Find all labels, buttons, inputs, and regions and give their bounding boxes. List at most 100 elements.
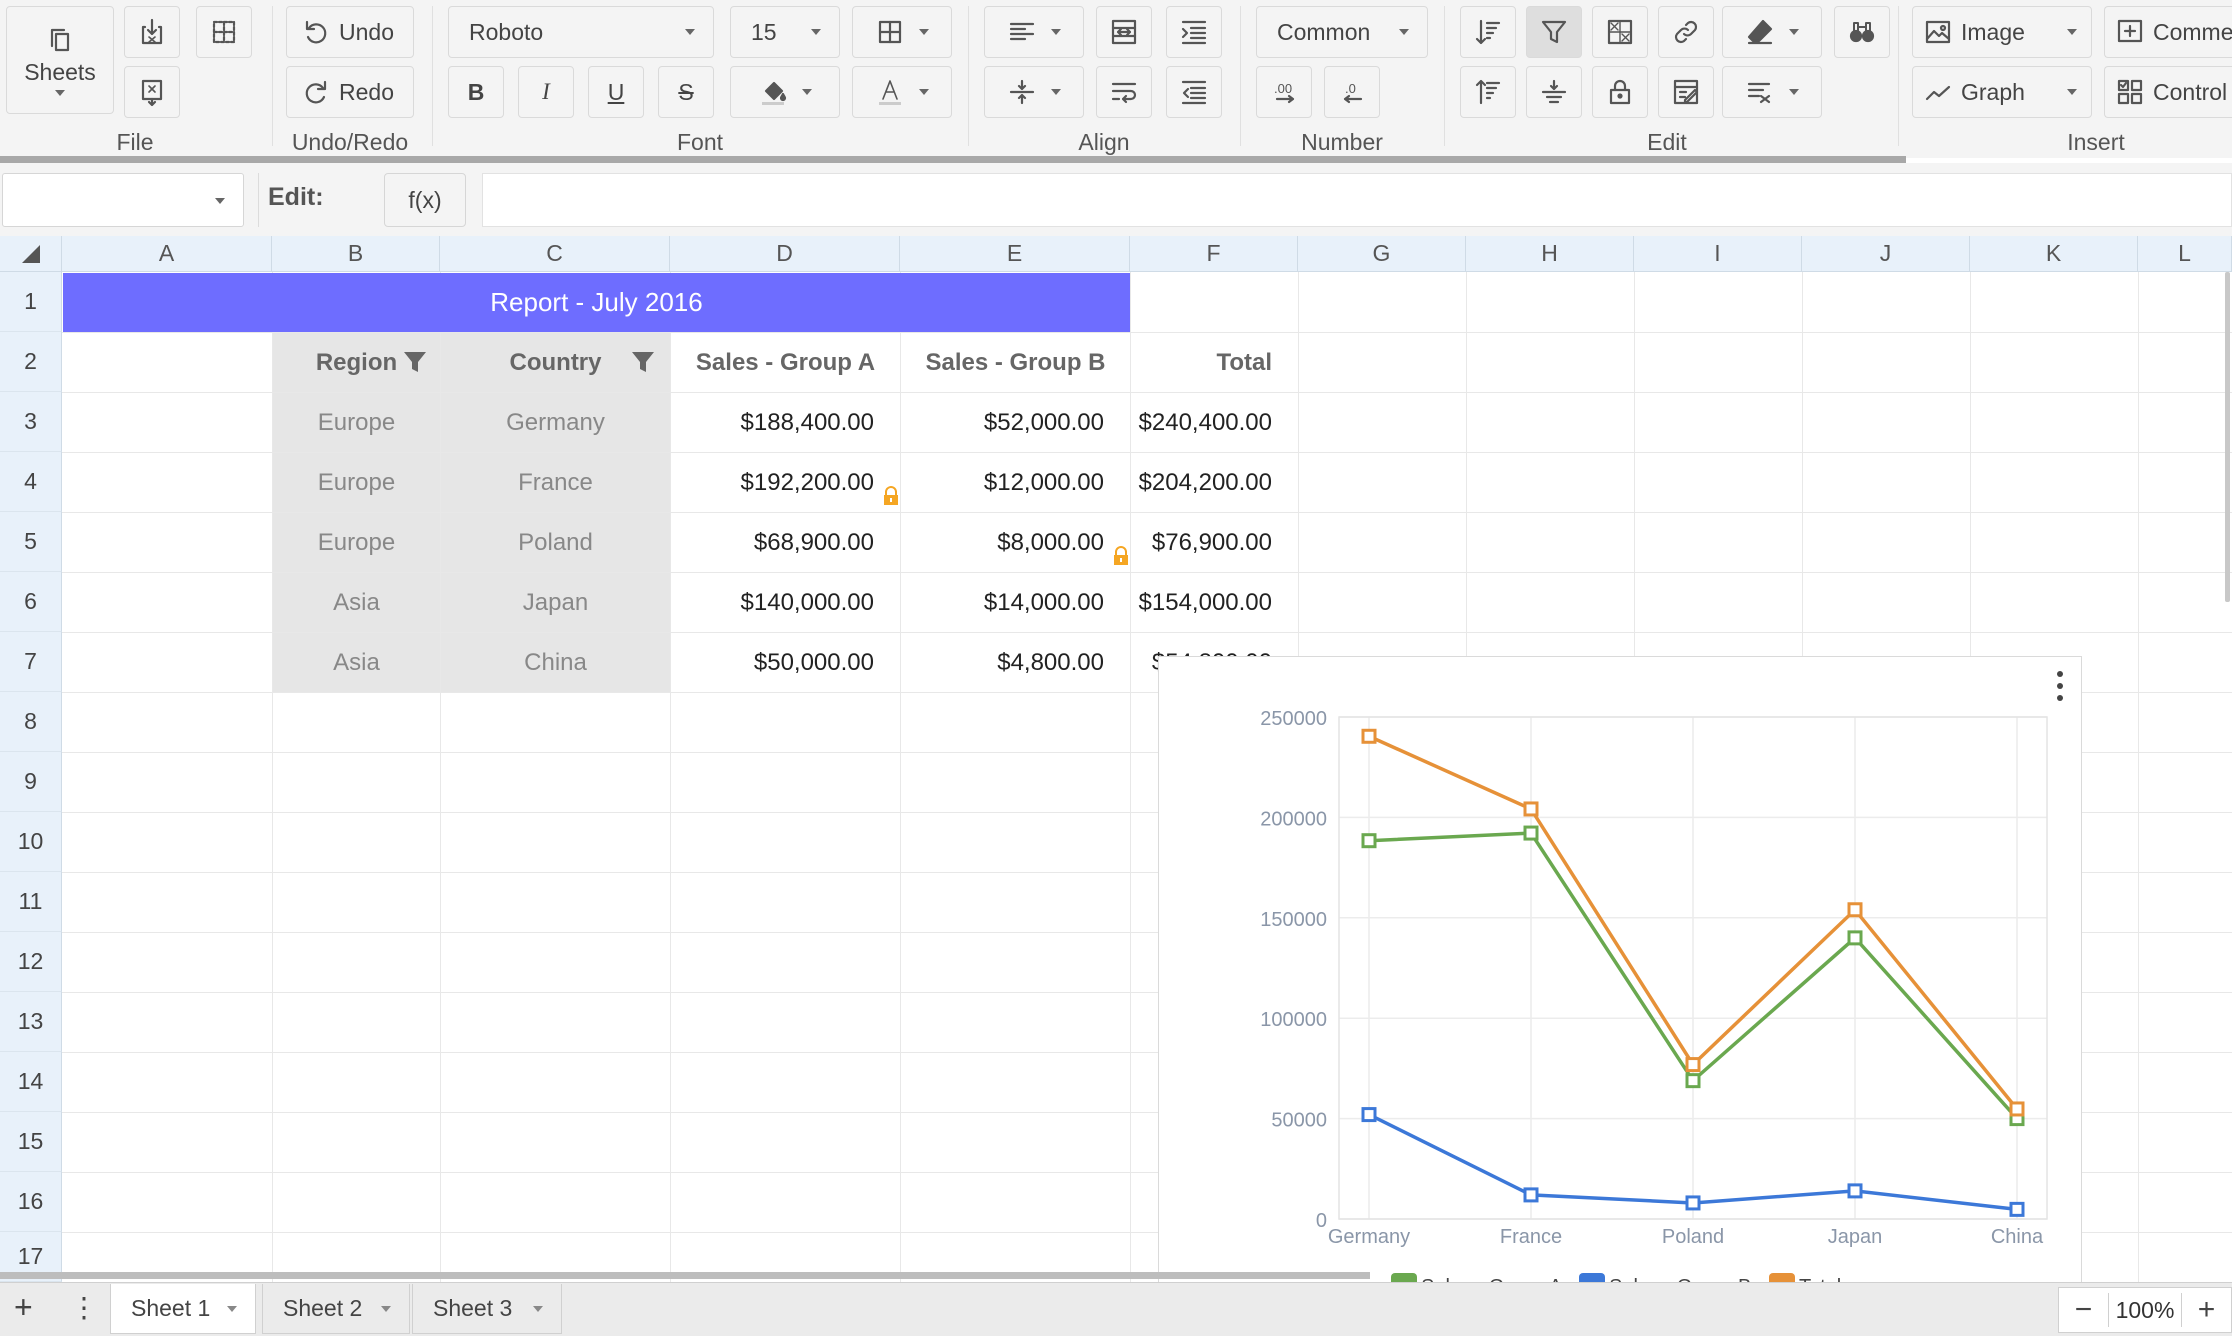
column-header[interactable]: E: [900, 236, 1130, 272]
data-point-marker[interactable]: [1685, 1073, 1701, 1089]
zoom-in-button[interactable]: +: [2181, 1293, 2231, 1327]
data-cell[interactable]: $192,200.00: [671, 453, 900, 512]
data-cell[interactable]: $76,900.00: [1131, 513, 1298, 572]
data-cell[interactable]: Germany: [441, 393, 670, 452]
data-point-marker[interactable]: [1361, 728, 1377, 744]
formula-input[interactable]: [482, 173, 2232, 227]
data-cell[interactable]: $12,000.00: [901, 453, 1130, 512]
data-cell[interactable]: Europe: [273, 393, 440, 452]
data-point-marker[interactable]: [1685, 1057, 1701, 1073]
column-header[interactable]: C: [440, 236, 670, 272]
select-all-corner[interactable]: [0, 236, 62, 272]
row-header[interactable]: 7: [0, 632, 62, 692]
graph-button[interactable]: Graph: [1912, 66, 2092, 118]
row-header[interactable]: 10: [0, 812, 62, 872]
fill-color-button[interactable]: [730, 66, 840, 118]
font-size-select[interactable]: 15: [730, 6, 840, 58]
data-cell[interactable]: France: [441, 453, 670, 512]
chevron-down-icon[interactable]: [533, 1306, 543, 1312]
lock-button[interactable]: [1592, 66, 1648, 118]
column-header[interactable]: F: [1130, 236, 1298, 272]
data-cell[interactable]: $4,800.00: [901, 633, 1130, 692]
font-family-select[interactable]: Roboto: [448, 6, 714, 58]
zoom-out-button[interactable]: −: [2059, 1293, 2109, 1327]
data-cell[interactable]: Japan: [441, 573, 670, 632]
row-header[interactable]: 16: [0, 1172, 62, 1232]
column-header[interactable]: I: [1634, 236, 1802, 272]
data-cell[interactable]: $8,000.00: [901, 513, 1130, 572]
bold-button[interactable]: B: [448, 66, 504, 118]
data-cell[interactable]: $50,000.00: [671, 633, 900, 692]
data-cell[interactable]: Asia: [273, 633, 440, 692]
data-cell[interactable]: China: [441, 633, 670, 692]
filter-icon[interactable]: [402, 349, 428, 375]
redo-button[interactable]: Redo: [286, 66, 414, 118]
row-header[interactable]: 8: [0, 692, 62, 752]
data-cell[interactable]: Europe: [273, 513, 440, 572]
export-button[interactable]: [124, 66, 180, 118]
italic-button[interactable]: I: [518, 66, 574, 118]
row-header[interactable]: 9: [0, 752, 62, 812]
row-header[interactable]: 14: [0, 1052, 62, 1112]
freeze-panes-button[interactable]: [1592, 6, 1648, 58]
row-header[interactable]: 4: [0, 452, 62, 512]
sheet-tab[interactable]: Sheet 1: [110, 1284, 256, 1334]
vertical-align-button[interactable]: [984, 66, 1084, 118]
data-point-marker[interactable]: [1847, 1183, 1863, 1199]
sheet-tab[interactable]: Sheet 3: [412, 1284, 562, 1334]
increase-decimals-button[interactable]: .00: [1256, 66, 1312, 118]
import-button[interactable]: [124, 6, 180, 58]
sheets-button[interactable]: Sheets: [6, 6, 114, 114]
data-point-marker[interactable]: [1523, 825, 1539, 841]
data-cell[interactable]: $154,000.00: [1131, 573, 1298, 632]
ribbon-scrollbar[interactable]: [0, 156, 1906, 163]
function-button[interactable]: f(x): [384, 173, 466, 227]
chevron-down-icon[interactable]: [227, 1306, 237, 1312]
comment-button[interactable]: Comme: [2104, 6, 2232, 58]
column-header[interactable]: K: [1970, 236, 2138, 272]
data-point-marker[interactable]: [1361, 833, 1377, 849]
vertical-scrollbar[interactable]: [2225, 272, 2230, 602]
image-button[interactable]: Image: [1912, 6, 2092, 58]
decrease-decimals-button[interactable]: .0: [1324, 66, 1380, 118]
data-cell[interactable]: $240,400.00: [1131, 393, 1298, 452]
column-header[interactable]: H: [1466, 236, 1634, 272]
sheets-menu-button[interactable]: ⋮: [70, 1291, 98, 1324]
header-cell[interactable]: Sales - Group B: [901, 333, 1130, 392]
data-point-marker[interactable]: [1523, 1187, 1539, 1203]
clear-button[interactable]: [1722, 6, 1822, 58]
data-cell[interactable]: $52,000.00: [901, 393, 1130, 452]
validation-button[interactable]: [1658, 66, 1714, 118]
wrap-text-button[interactable]: [1096, 66, 1152, 118]
data-point-marker[interactable]: [1361, 1107, 1377, 1123]
column-header[interactable]: B: [272, 236, 440, 272]
column-header[interactable]: D: [670, 236, 900, 272]
row-header[interactable]: 15: [0, 1112, 62, 1172]
sort-button[interactable]: [1460, 6, 1516, 58]
row-header[interactable]: 1: [0, 272, 62, 332]
data-cell[interactable]: Asia: [273, 573, 440, 632]
horizontal-scrollbar[interactable]: [0, 1272, 1370, 1279]
data-point-marker[interactable]: [1523, 801, 1539, 817]
number-format-select[interactable]: Common: [1256, 6, 1428, 58]
search-button[interactable]: [1834, 6, 1890, 58]
text-color-button[interactable]: [852, 66, 952, 118]
chevron-down-icon[interactable]: [381, 1306, 391, 1312]
row-header[interactable]: 5: [0, 512, 62, 572]
data-cell[interactable]: $14,000.00: [901, 573, 1130, 632]
row-header[interactable]: 11: [0, 872, 62, 932]
header-cell[interactable]: Country: [441, 333, 670, 392]
add-sheet-button[interactable]: +: [14, 1289, 33, 1326]
data-cell[interactable]: Poland: [441, 513, 670, 572]
indent-button[interactable]: [1166, 6, 1222, 58]
row-header[interactable]: 3: [0, 392, 62, 452]
row-column-button[interactable]: [1526, 66, 1582, 118]
sheet-tab[interactable]: Sheet 2: [262, 1284, 410, 1334]
data-point-marker[interactable]: [1685, 1195, 1701, 1211]
row-header[interactable]: 6: [0, 572, 62, 632]
row-header[interactable]: 12: [0, 932, 62, 992]
strikethrough-button[interactable]: S: [658, 66, 714, 118]
sales-chart[interactable]: 0 50000 100000 150000 200000 250000 Germany Fra…: [1158, 656, 2082, 1330]
data-cell[interactable]: $204,200.00: [1131, 453, 1298, 512]
data-cell[interactable]: $188,400.00: [671, 393, 900, 452]
